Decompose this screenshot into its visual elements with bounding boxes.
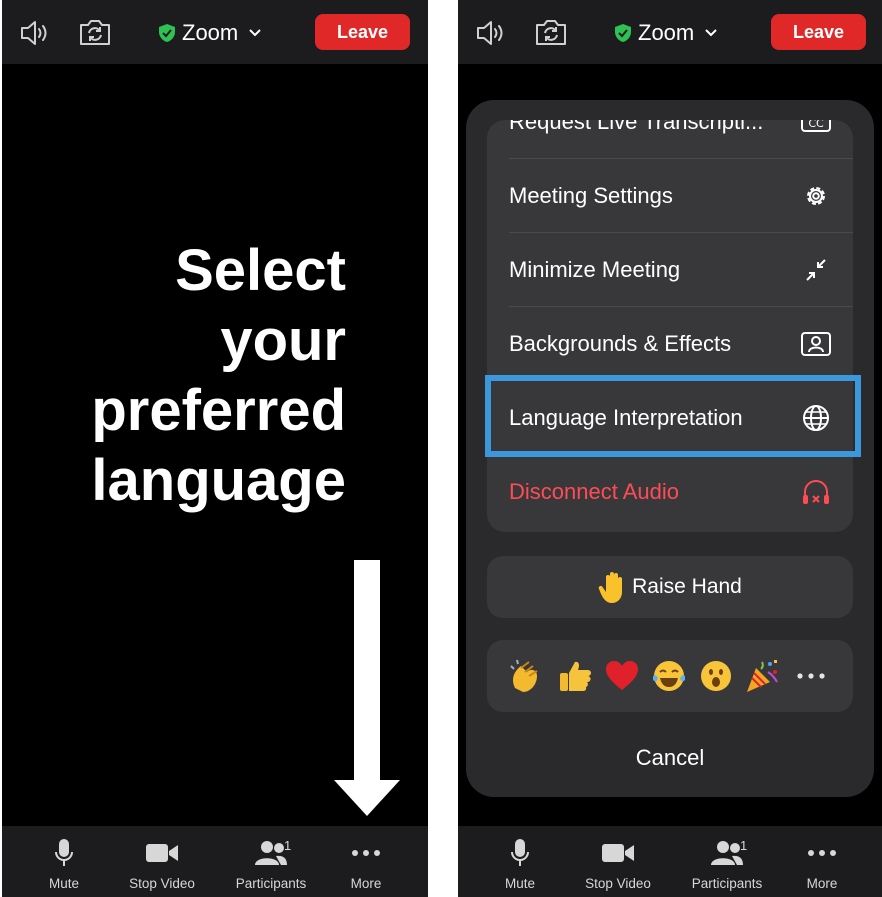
- stop-video-button[interactable]: Stop Video: [576, 826, 660, 897]
- stop-video-label: Stop Video: [129, 876, 195, 891]
- more-button[interactable]: More: [796, 826, 848, 897]
- meeting-title-dropdown[interactable]: Zoom: [158, 18, 262, 48]
- more-label: More: [806, 876, 838, 891]
- video-camera-icon: [602, 844, 634, 862]
- arrow-down-icon: [334, 560, 400, 816]
- instruction-line: Select: [175, 238, 346, 303]
- menu-list: Request Live Transcripti... CC Meeting S…: [487, 120, 853, 532]
- meeting-title-dropdown[interactable]: Zoom: [614, 18, 718, 48]
- surprised-face-icon[interactable]: [698, 658, 734, 694]
- raise-hand-button[interactable]: Raise Hand: [487, 556, 853, 618]
- more-label: More: [350, 876, 382, 891]
- participants-button[interactable]: 1 Participants: [684, 826, 770, 897]
- instruction-text: Select your preferred language: [16, 236, 346, 516]
- speaker-icon[interactable]: [18, 18, 52, 48]
- mute-button[interactable]: Mute: [496, 826, 544, 897]
- minimize-icon: [806, 259, 826, 281]
- more-dots-icon[interactable]: [793, 658, 829, 694]
- meeting-toolbar: Mute Stop Video 1 Participants More: [2, 826, 428, 897]
- participants-button[interactable]: 1 Participants: [228, 826, 314, 897]
- menu-item-meeting-settings[interactable]: Meeting Settings: [487, 159, 853, 233]
- mute-label: Mute: [504, 876, 535, 891]
- reactions-bar: [487, 640, 853, 712]
- thumbs-up-icon[interactable]: [557, 658, 593, 694]
- top-bar: Zoom Leave: [2, 0, 428, 64]
- portrait-icon: [801, 332, 831, 356]
- mute-label: Mute: [48, 876, 79, 891]
- highlight-box: [485, 375, 861, 457]
- meeting-toolbar: Mute Stop Video 1 Participants More: [458, 826, 882, 897]
- menu-item-minimize-meeting[interactable]: Minimize Meeting: [487, 233, 853, 307]
- tears-of-joy-icon[interactable]: [651, 658, 687, 694]
- participants-count: 1: [740, 838, 748, 853]
- chevron-down-icon: [705, 29, 717, 37]
- chevron-down-icon: [249, 29, 261, 37]
- menu-item-label: Disconnect Audio: [509, 479, 679, 504]
- participants-count: 1: [284, 838, 292, 853]
- more-button[interactable]: More: [340, 826, 392, 897]
- participants-label: Participants: [691, 876, 763, 891]
- instruction-line: language: [91, 448, 346, 513]
- meeting-title: Zoom: [638, 20, 695, 45]
- heart-icon[interactable]: [604, 658, 640, 694]
- shield-check-icon: [615, 24, 631, 42]
- speaker-icon[interactable]: [474, 18, 508, 48]
- microphone-icon: [55, 839, 73, 866]
- headphones-x-icon: [803, 480, 829, 504]
- raise-hand-label: Raise Hand: [632, 575, 742, 598]
- menu-item-label: Request Live Transcripti...: [509, 120, 764, 134]
- more-dots-icon: [808, 850, 836, 856]
- menu-item-label: Minimize Meeting: [509, 257, 681, 282]
- instruction-line: your: [220, 308, 346, 373]
- clapping-hands-icon[interactable]: [509, 658, 545, 694]
- shield-check-icon: [159, 24, 175, 42]
- svg-text:CC: CC: [808, 120, 824, 130]
- menu-item-disconnect-audio[interactable]: Disconnect Audio: [487, 455, 853, 529]
- leave-button[interactable]: Leave: [315, 14, 410, 50]
- menu-item-label: Meeting Settings: [509, 183, 673, 208]
- video-camera-icon: [146, 844, 178, 862]
- stop-video-button[interactable]: Stop Video: [120, 826, 204, 897]
- microphone-icon: [511, 839, 529, 866]
- leave-button[interactable]: Leave: [771, 14, 866, 50]
- right-phone-screen: Zoom Leave Request Live Transcripti... C…: [458, 0, 882, 897]
- participants-icon: [711, 841, 743, 865]
- meeting-title: Zoom: [182, 20, 239, 45]
- menu-item-label: Backgrounds & Effects: [509, 331, 732, 356]
- mute-button[interactable]: Mute: [40, 826, 88, 897]
- participants-icon: [255, 841, 287, 865]
- left-phone-screen: Zoom Leave Select your preferred languag…: [2, 0, 428, 897]
- cc-icon: CC: [801, 120, 831, 132]
- top-bar: Zoom Leave: [458, 0, 882, 64]
- participants-label: Participants: [235, 876, 307, 891]
- gear-icon: [807, 187, 825, 205]
- cancel-button[interactable]: Cancel: [466, 736, 874, 780]
- switch-camera-icon[interactable]: [534, 17, 568, 47]
- party-popper-icon[interactable]: [744, 658, 780, 694]
- more-dots-icon: [352, 850, 380, 856]
- menu-item-live-transcription[interactable]: Request Live Transcripti... CC: [487, 120, 853, 159]
- menu-item-backgrounds-effects[interactable]: Backgrounds & Effects: [487, 307, 853, 381]
- stop-video-label: Stop Video: [585, 876, 651, 891]
- raised-hand-icon: [598, 572, 623, 603]
- instruction-line: preferred: [91, 378, 346, 443]
- switch-camera-icon[interactable]: [78, 17, 112, 47]
